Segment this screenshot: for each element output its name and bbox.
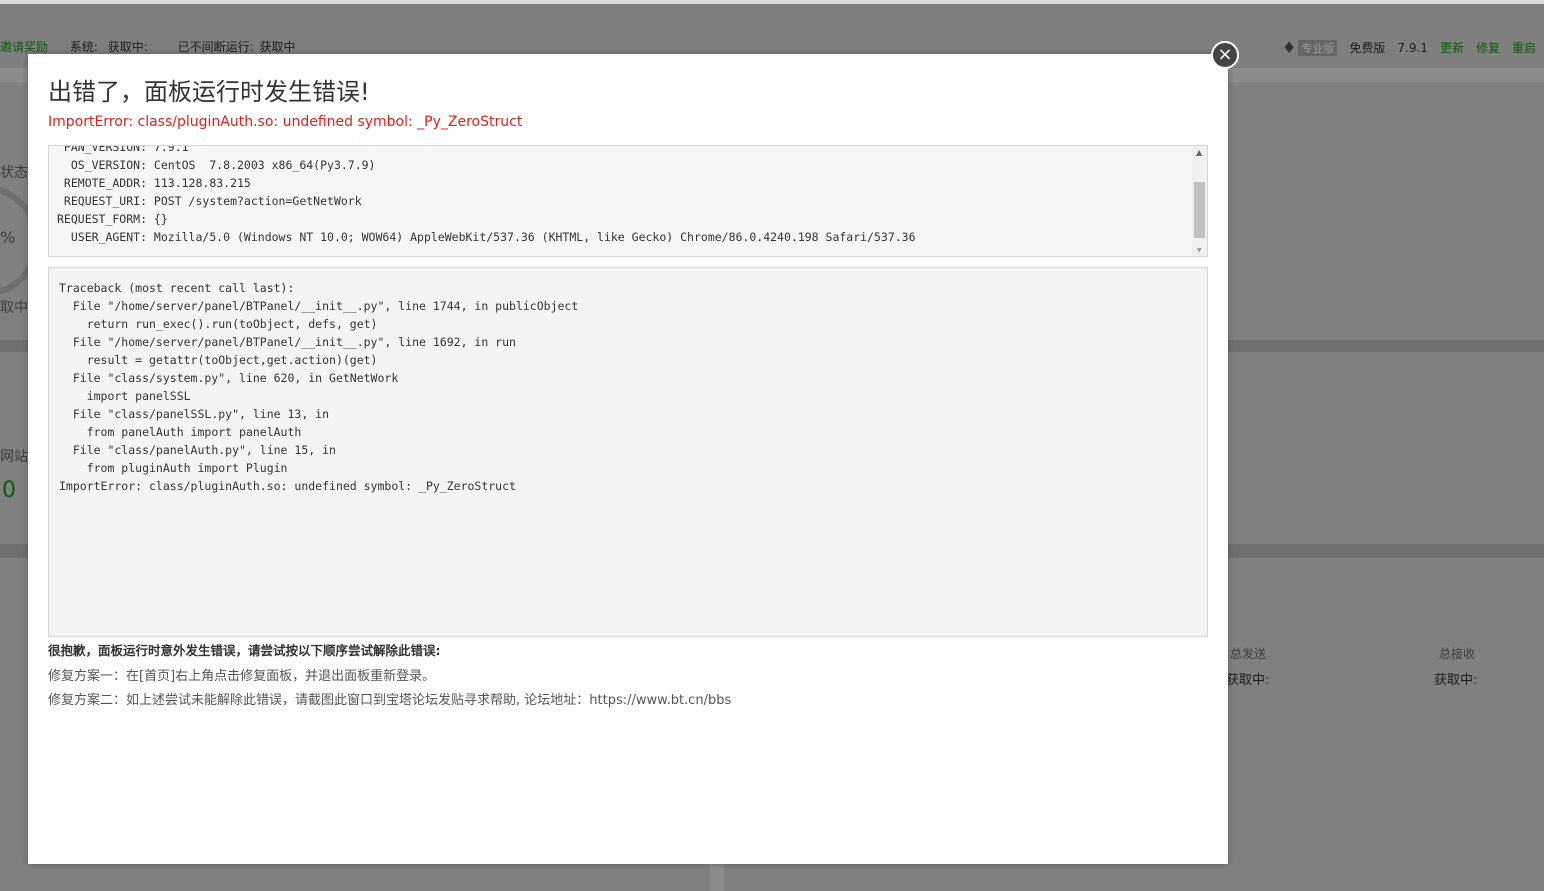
scroll-down-arrow-icon[interactable]: ▼	[1197, 247, 1202, 254]
invite-reward-link[interactable]: 邀请奖励	[0, 40, 48, 54]
fix-option-two: 修复方案二：如上述尝试未能解除此错误，请截图此窗口到宝塔论坛发贴寻求帮助, 论坛…	[48, 693, 732, 708]
total-sent-value: 获取中:	[1226, 673, 1270, 688]
env-scrollbar[interactable]: ▲ ▼	[1192, 146, 1207, 256]
total-recv-value: 获取中:	[1434, 673, 1478, 688]
site-label: 网站	[0, 449, 28, 465]
error-dialog: 出错了，面板运行时发生错误! ImportError: class/plugin…	[28, 54, 1228, 864]
pro-edition-badge[interactable]: ♦ 专业版	[1282, 38, 1338, 57]
system-value: 获取中:	[107, 40, 148, 54]
scroll-up-arrow-icon[interactable]: ▲	[1196, 148, 1202, 157]
status-label: 状态	[0, 165, 28, 181]
help-title: 很抱歉，面板运行时意外发生错误，请尝试按以下顺序尝试解除此错误:	[48, 643, 441, 658]
restart-link[interactable]: 重启	[1512, 39, 1536, 56]
environment-info-box[interactable]: PAN_VERSION: 7.9.1 OS_VERSION: CentOS 7.…	[48, 145, 1208, 257]
environment-info: PAN_VERSION: 7.9.1 OS_VERSION: CentOS 7.…	[57, 145, 916, 244]
header-right: ♦ 专业版 免费版 7.9.1 更新 修复 重启	[1282, 38, 1536, 57]
fix-option-one: 修复方案一：在[首页]右上角点击修复面板，并退出面板重新登录。	[48, 669, 436, 684]
edition-label: 免费版	[1349, 41, 1386, 55]
uptime-label: 已不间断运行:	[177, 40, 254, 54]
pro-label: 专业版	[1298, 39, 1338, 56]
repair-link[interactable]: 修复	[1476, 39, 1500, 56]
update-link[interactable]: 更新	[1440, 39, 1464, 56]
uptime-value: 获取中	[259, 40, 296, 54]
total-sent-label: 总发送	[1230, 647, 1267, 661]
version-label: 7.9.1	[1397, 40, 1428, 55]
scroll-thumb[interactable]	[1194, 182, 1205, 238]
total-recv-label: 总接收	[1439, 647, 1476, 661]
diamond-icon: ♦	[1282, 38, 1297, 57]
header-left: 邀请奖励 系统: 获取中: 已不间断运行: 获取中	[0, 38, 295, 55]
traceback-text: Traceback (most recent call last): File …	[59, 281, 579, 493]
site-count[interactable]: 0	[2, 478, 16, 503]
close-icon[interactable]: ×	[1211, 41, 1239, 69]
percent-label: %	[0, 228, 16, 247]
system-label: 系统:	[69, 40, 98, 54]
traceback-box[interactable]: Traceback (most recent call last): File …	[48, 267, 1208, 637]
dialog-title: 出错了，面板运行时发生错误!	[48, 78, 370, 106]
error-summary: ImportError: class/pluginAuth.so: undefi…	[48, 114, 523, 130]
